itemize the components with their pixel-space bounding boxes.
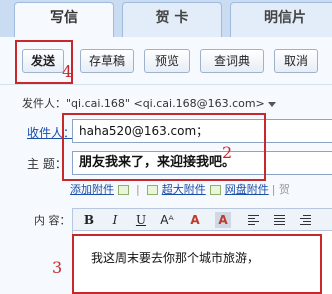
chevron-down-icon[interactable]: [267, 101, 276, 107]
font-color-button[interactable]: A: [187, 212, 203, 228]
sender-row[interactable]: 发件人："qi.cai.168" <qi.cai.168@163.com>: [22, 95, 332, 111]
annotation-number-3: 3: [52, 258, 63, 277]
align-icon[interactable]: [245, 212, 261, 228]
italic-button[interactable]: I: [107, 212, 123, 228]
sender-value: "qi.cai.168" <qi.cai.168@163.com>: [66, 97, 265, 110]
super-attachment-icon: [146, 185, 158, 195]
bold-button[interactable]: B: [81, 212, 97, 228]
compose-window: 写信 贺 卡 明信片 发送 存草稿 预览 查词典 取消 发件人："qi.cai.…: [0, 0, 332, 294]
preview-button[interactable]: 预览: [144, 49, 190, 73]
font-size-button[interactable]: Aᴬ: [159, 212, 175, 228]
sender-label: 发件人：: [22, 97, 66, 110]
subject-label: 主 题：: [27, 157, 67, 171]
annotation-number-4: 4: [62, 62, 73, 81]
tab-greeting-card[interactable]: 贺 卡: [122, 2, 222, 37]
annotation-box-2: [62, 113, 266, 181]
indent-icon[interactable]: [297, 212, 313, 228]
tab-postcard[interactable]: 明信片: [230, 2, 332, 37]
background-color-button[interactable]: A: [215, 212, 231, 228]
tab-strip: 写信 贺 卡 明信片: [0, 0, 332, 38]
add-attachment-link[interactable]: 添加附件: [70, 183, 114, 196]
list-icon[interactable]: [271, 212, 287, 228]
save-draft-button[interactable]: 存草稿: [80, 49, 134, 73]
annotation-number-2: 2: [222, 143, 233, 162]
attachment-links: 添加附件 | 超大附件 网盘附件 | 贺: [70, 181, 332, 197]
tab-write-letter[interactable]: 写信: [14, 2, 114, 38]
netdisk-attachment-link[interactable]: 网盘附件: [225, 183, 269, 196]
netdisk-icon: [209, 185, 221, 195]
underline-button[interactable]: U: [133, 212, 149, 228]
attachment-icon: [118, 185, 129, 195]
cancel-button[interactable]: 取消: [274, 49, 318, 73]
divider: |: [136, 183, 140, 196]
annotation-box-3: [72, 234, 322, 294]
dictionary-button[interactable]: 查词典: [200, 49, 264, 73]
super-attachment-link[interactable]: 超大附件: [162, 183, 206, 196]
attachment-tail[interactable]: | 贺: [272, 183, 290, 196]
content-label: 内 容：: [34, 214, 71, 227]
editor-toolbar: B I U Aᴬ A A: [72, 208, 332, 230]
